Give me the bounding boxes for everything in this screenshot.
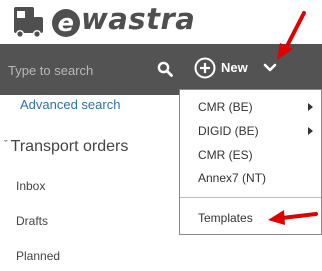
toolbar: New	[180, 44, 322, 95]
brand-initial: e	[52, 9, 80, 37]
section-title-label: Transport orders	[10, 138, 129, 155]
menu-item-digid-be[interactable]: DIGID (BE)	[198, 124, 259, 138]
new-dropdown-menu: CMR (BE) DIGID (BE) CMR (ES) Annex7 (NT)…	[179, 89, 322, 235]
menu-divider	[180, 197, 321, 198]
sidebar-item-planned[interactable]: Planned	[16, 249, 60, 263]
submenu-arrow-icon	[308, 103, 313, 111]
menu-item-templates[interactable]: Templates	[198, 211, 253, 225]
submenu-arrow-icon	[308, 127, 313, 135]
menu-item-cmr-be[interactable]: CMR (BE)	[198, 100, 253, 114]
app-header: e wastra	[0, 0, 322, 44]
new-button-label: New	[221, 60, 248, 75]
menu-item-annex7-nt[interactable]: Annex7 (NT)	[198, 171, 266, 185]
plus-circle-icon	[194, 57, 216, 79]
caret-down-icon: ˇ	[4, 139, 8, 151]
truck-logo-icon	[14, 7, 43, 38]
sidebar-item-inbox[interactable]: Inbox	[16, 179, 45, 193]
sidebar: Advanced search ˇTransport orders Inbox …	[0, 44, 180, 271]
chevron-down-icon[interactable]	[260, 58, 280, 78]
search-bar	[0, 44, 180, 95]
search-icon[interactable]	[157, 61, 173, 77]
menu-item-cmr-es[interactable]: CMR (ES)	[198, 148, 253, 162]
brand-name: wastra	[81, 2, 196, 36]
search-input[interactable]	[8, 59, 148, 81]
advanced-search-link[interactable]: Advanced search	[20, 97, 120, 112]
sidebar-item-drafts[interactable]: Drafts	[16, 214, 48, 228]
new-button[interactable]: New	[194, 56, 258, 82]
brand-logo: e wastra	[52, 2, 195, 37]
transport-orders-section[interactable]: ˇ Transport orders	[4, 138, 128, 156]
